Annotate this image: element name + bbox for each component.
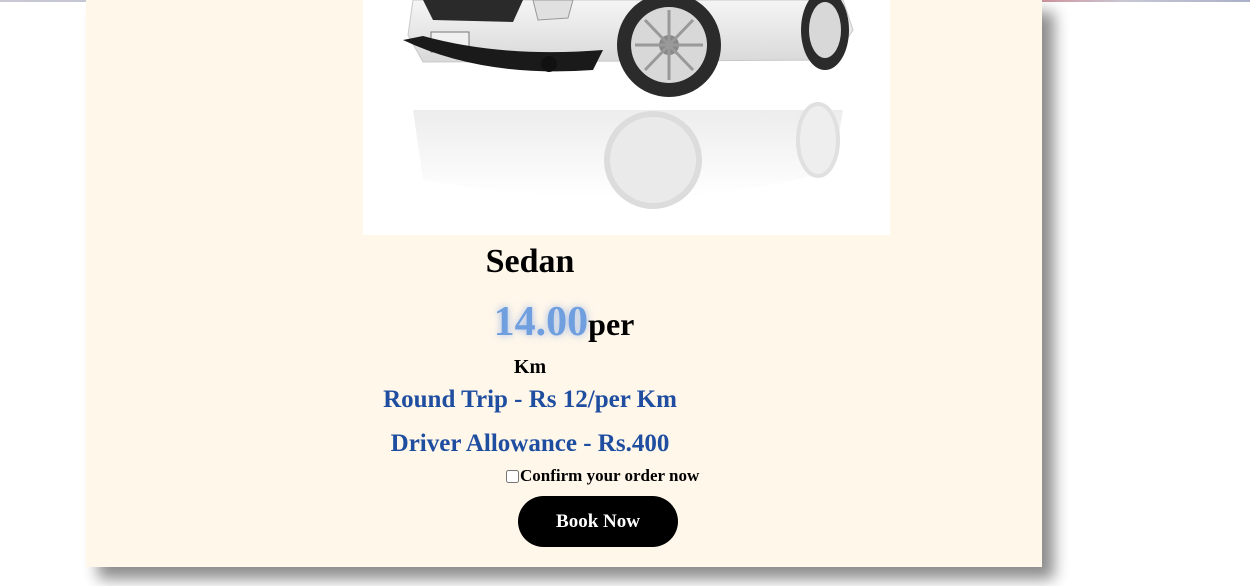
vehicle-card: Sedan 14.00per Km Round Trip - Rs 12/per… (86, 0, 1042, 567)
driver-allowance: Driver Allowance - Rs.400 (390, 430, 670, 457)
confirm-order-checkbox[interactable] (506, 469, 519, 483)
car-image (363, 0, 890, 235)
confirm-order-row[interactable]: Confirm your order now (506, 466, 699, 486)
price-value: 14.00 (493, 299, 589, 345)
book-now-button[interactable]: Book Now (518, 496, 678, 547)
price-row: 14.00per (86, 298, 1042, 346)
car-illustration (403, 0, 854, 209)
round-trip-rate: Round Trip - Rs 12/per Km (383, 386, 677, 413)
price-unit-km: Km (513, 356, 547, 378)
confirm-order-label: Confirm your order now (520, 466, 700, 485)
vehicle-title: Sedan (485, 243, 575, 280)
price-unit: per (588, 306, 635, 342)
